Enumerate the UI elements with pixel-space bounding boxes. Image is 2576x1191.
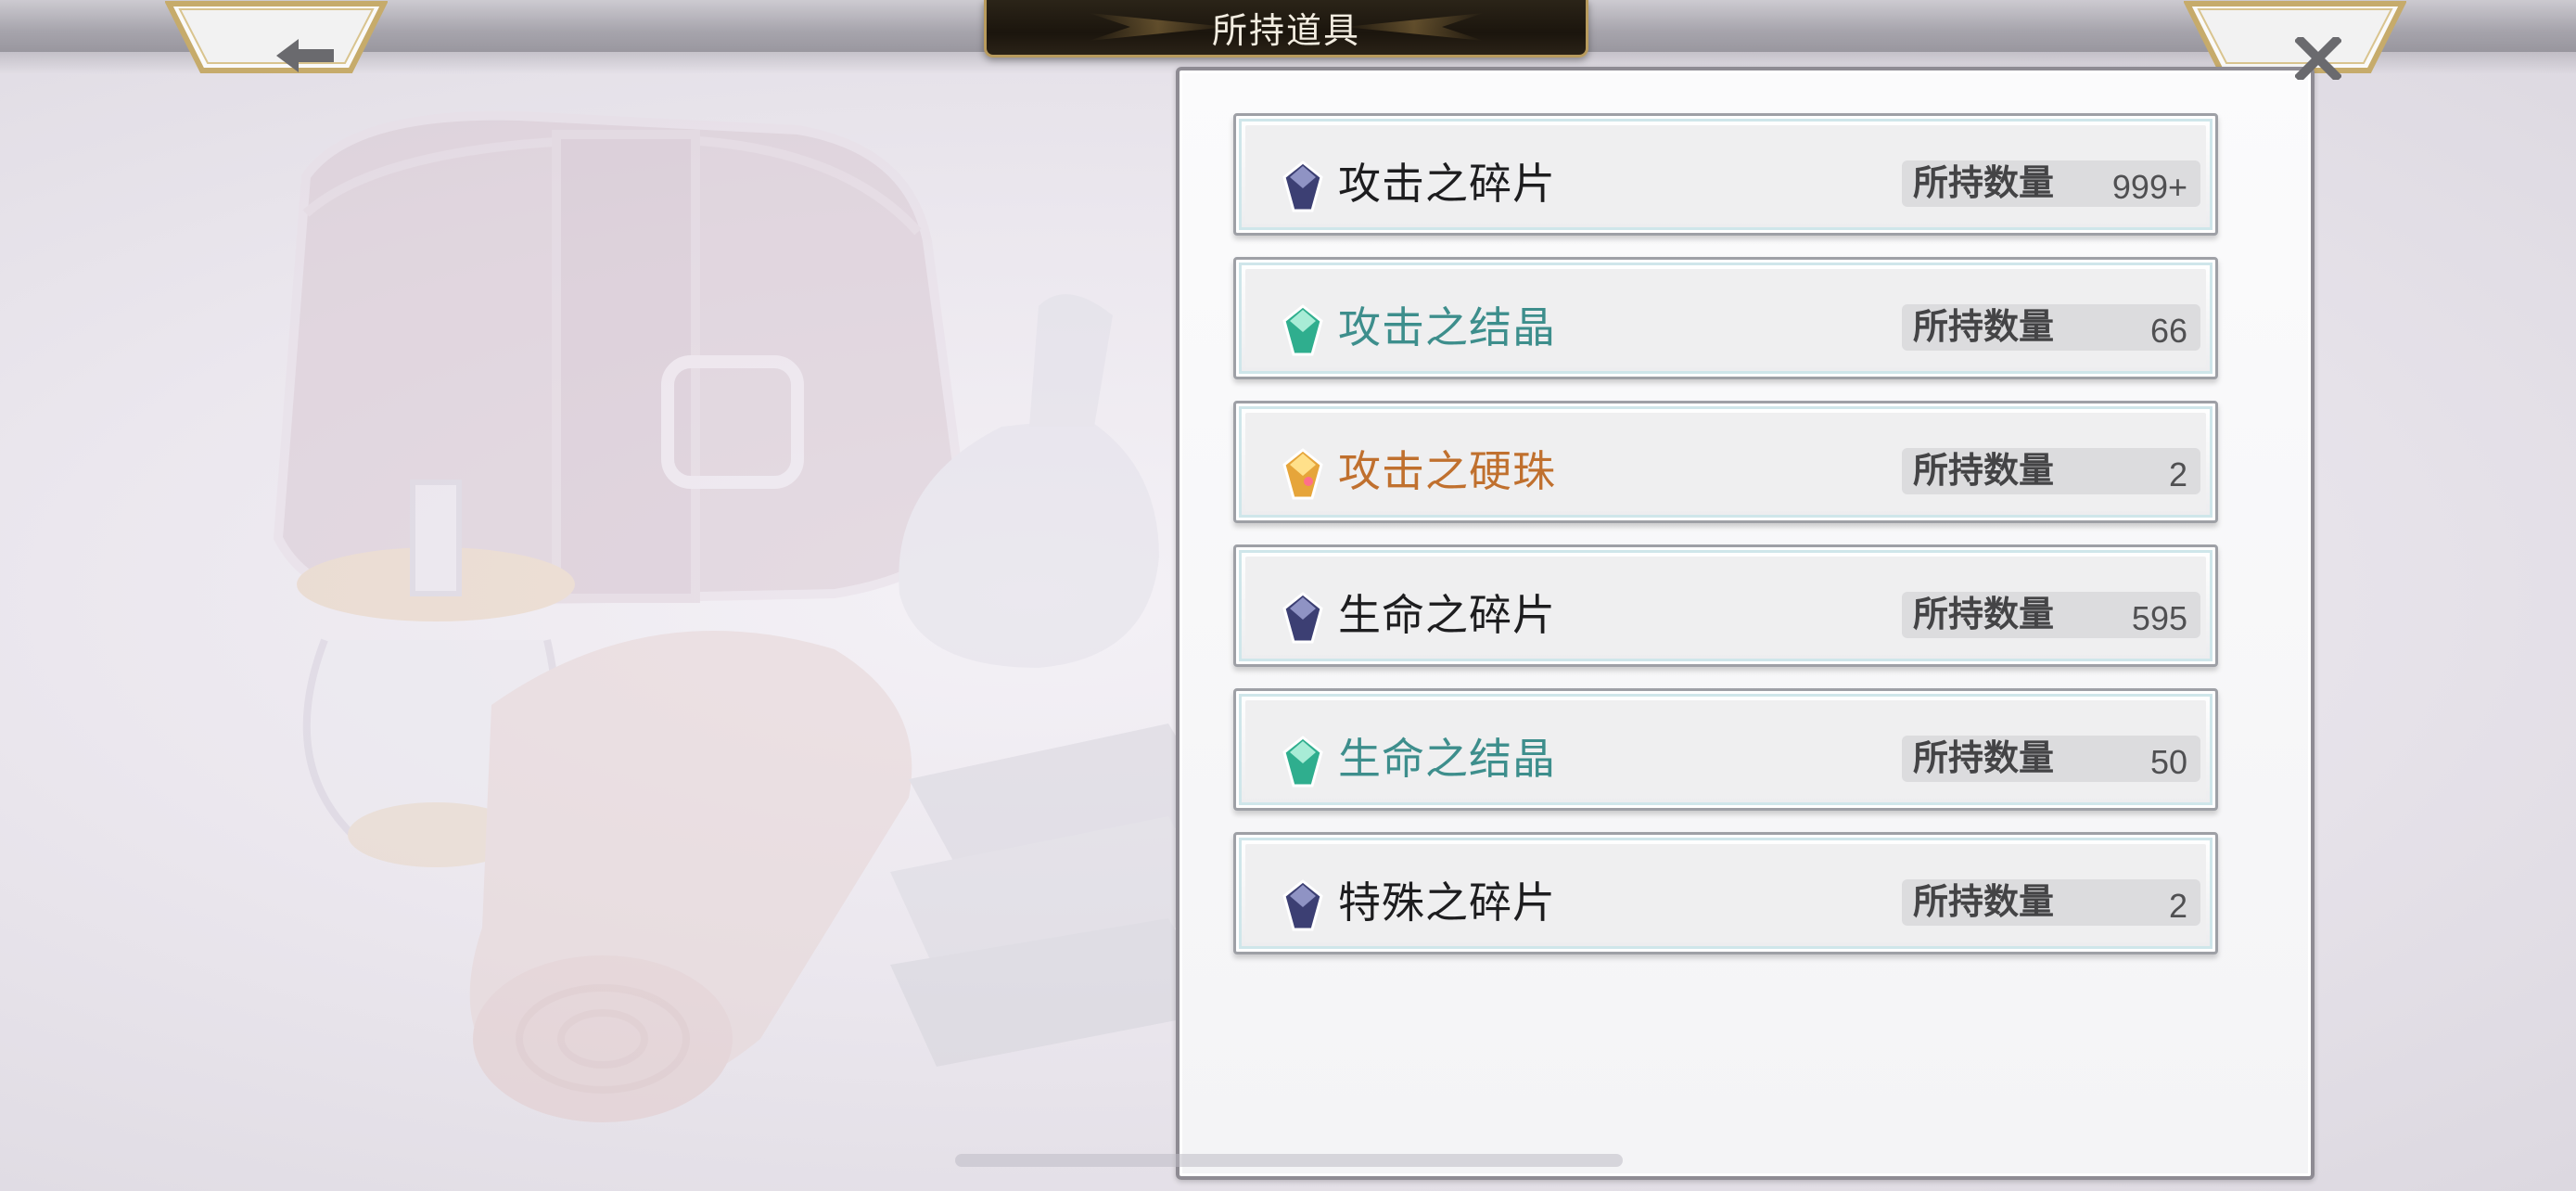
item-row-inner: 攻击之结晶 所持数量 66 xyxy=(1245,269,2206,367)
item-list: 攻击之碎片 所持数量 999+ 攻击之结晶 所持数量 66 攻击之硬珠 所持数量… xyxy=(1233,113,2218,976)
title-plate: 所持道具 xyxy=(984,0,1588,58)
gem-crystal-icon xyxy=(1282,736,1323,788)
gem-fragment-icon xyxy=(1282,879,1323,931)
count-label: 所持数量 xyxy=(1913,164,2055,203)
item-name: 攻击之结晶 xyxy=(1338,303,1556,352)
count-value: 595 xyxy=(2131,599,2187,637)
count-label: 所持数量 xyxy=(1913,452,2055,491)
count-label: 所持数量 xyxy=(1913,883,2055,922)
count-value: 2 xyxy=(2168,455,2187,493)
gem-fragment-icon xyxy=(1282,160,1323,212)
scroll-illustration xyxy=(469,631,912,1122)
back-button[interactable] xyxy=(165,0,388,74)
item-row[interactable]: 特殊之碎片 所持数量 2 xyxy=(1233,832,2218,954)
item-name: 特殊之碎片 xyxy=(1338,878,1556,927)
gem-crystal-icon xyxy=(1282,304,1323,356)
page-title: 所持道具 xyxy=(1211,12,1360,51)
count-label: 所持数量 xyxy=(1913,596,2055,634)
count-box: 所持数量 66 xyxy=(1902,304,2200,351)
count-box: 所持数量 999+ xyxy=(1902,160,2200,207)
count-label: 所持数量 xyxy=(1913,308,2055,347)
item-name: 攻击之硬珠 xyxy=(1338,447,1556,495)
count-box: 所持数量 2 xyxy=(1902,448,2200,494)
close-button[interactable] xyxy=(2184,0,2406,80)
home-indicator xyxy=(955,1154,1623,1167)
gem-orb-icon xyxy=(1282,448,1323,500)
item-name: 生命之结晶 xyxy=(1338,735,1556,783)
bag-illustration xyxy=(273,110,970,608)
gem-fragment-icon xyxy=(1282,592,1323,644)
count-value: 66 xyxy=(2149,312,2187,350)
item-row[interactable]: 生命之结晶 所持数量 50 xyxy=(1233,688,2218,811)
count-label: 所持数量 xyxy=(1913,739,2055,778)
item-row[interactable]: 攻击之结晶 所持数量 66 xyxy=(1233,257,2218,379)
count-value: 50 xyxy=(2149,743,2187,781)
item-row[interactable]: 攻击之碎片 所持数量 999+ xyxy=(1233,113,2218,236)
count-value: 2 xyxy=(2168,887,2187,925)
count-box: 所持数量 50 xyxy=(1902,736,2200,782)
item-row[interactable]: 攻击之硬珠 所持数量 2 xyxy=(1233,401,2218,523)
item-row[interactable]: 生命之碎片 所持数量 595 xyxy=(1233,544,2218,667)
item-name: 生命之碎片 xyxy=(1338,591,1556,639)
item-name: 攻击之碎片 xyxy=(1338,160,1556,208)
books-illustration xyxy=(890,724,1224,1067)
item-row-inner: 生命之碎片 所持数量 595 xyxy=(1245,557,2206,655)
count-box: 所持数量 2 xyxy=(1902,879,2200,926)
count-value: 999+ xyxy=(2111,168,2187,206)
item-row-inner: 生命之结晶 所持数量 50 xyxy=(1245,700,2206,799)
item-row-inner: 攻击之碎片 所持数量 999+ xyxy=(1245,125,2206,224)
item-row-inner: 攻击之硬珠 所持数量 2 xyxy=(1245,413,2206,511)
item-row-inner: 特殊之碎片 所持数量 2 xyxy=(1245,844,2206,942)
count-box: 所持数量 595 xyxy=(1902,592,2200,638)
